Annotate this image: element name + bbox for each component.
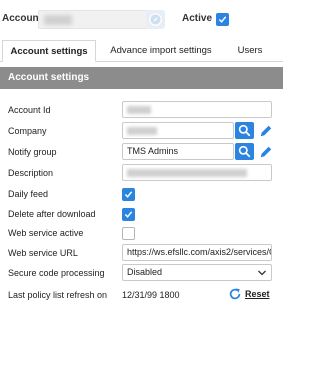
active-checkbox[interactable] (216, 13, 229, 26)
checkmark-icon (124, 211, 133, 218)
section-header: Account settings (0, 67, 283, 89)
account-top-bar: Account Active (0, 0, 283, 38)
company-field[interactable] (122, 122, 234, 139)
web-service-active-label: Web service active (8, 228, 84, 238)
search-icon (238, 124, 251, 137)
company-label: Company (8, 126, 47, 136)
delete-after-download-checkbox[interactable] (122, 208, 135, 221)
secure-code-processing-value: Disabled (127, 267, 163, 277)
active-label: Active (182, 13, 213, 24)
account-id-redacted (127, 105, 151, 114)
refresh-icon[interactable] (228, 287, 242, 301)
last-policy-refresh-value: 12/31/99 1800 (122, 290, 180, 300)
tab-bar: Account settings Advance import settings… (0, 40, 283, 62)
notify-group-search-button[interactable] (235, 143, 254, 160)
web-service-url-label: Web service URL (8, 248, 78, 258)
pencil-icon[interactable] (259, 145, 273, 159)
account-id-label: Account Id (8, 105, 51, 115)
notify-group-label: Notify group (8, 147, 57, 157)
daily-feed-checkbox[interactable] (122, 188, 135, 201)
company-redacted (127, 126, 157, 135)
description-label: Description (8, 168, 54, 178)
checkmark-icon (124, 191, 133, 198)
account-input[interactable] (38, 10, 148, 29)
reset-link[interactable]: Reset (245, 289, 270, 299)
checkmark-icon (218, 16, 227, 23)
description-field[interactable] (122, 164, 272, 181)
web-service-active-checkbox[interactable] (122, 227, 135, 240)
pencil-icon[interactable] (259, 124, 273, 138)
compass-icon (149, 13, 162, 26)
notify-group-field[interactable]: TMS Admins (122, 143, 234, 160)
secure-code-processing-label: Secure code processing (8, 268, 105, 278)
description-redacted (127, 168, 247, 177)
account-lookup-button[interactable] (146, 10, 165, 29)
search-icon (238, 145, 251, 158)
secure-code-processing-select[interactable]: Disabled (122, 264, 272, 281)
web-service-url-field[interactable]: https://ws.efsllc.com/axis2/services/C (122, 244, 272, 261)
tab-account-settings[interactable]: Account settings (2, 40, 96, 62)
daily-feed-label: Daily feed (8, 189, 49, 199)
last-policy-refresh-label: Last policy list refresh on (8, 290, 108, 300)
account-label: Account (2, 13, 42, 24)
chevron-down-icon (258, 270, 266, 276)
tab-users[interactable]: Users (228, 40, 272, 62)
tab-advance-import-settings[interactable]: Advance import settings (100, 40, 222, 62)
account-id-field[interactable] (122, 101, 272, 118)
company-search-button[interactable] (235, 122, 254, 139)
delete-after-download-label: Delete after download (8, 209, 96, 219)
account-value-redacted (44, 15, 72, 25)
